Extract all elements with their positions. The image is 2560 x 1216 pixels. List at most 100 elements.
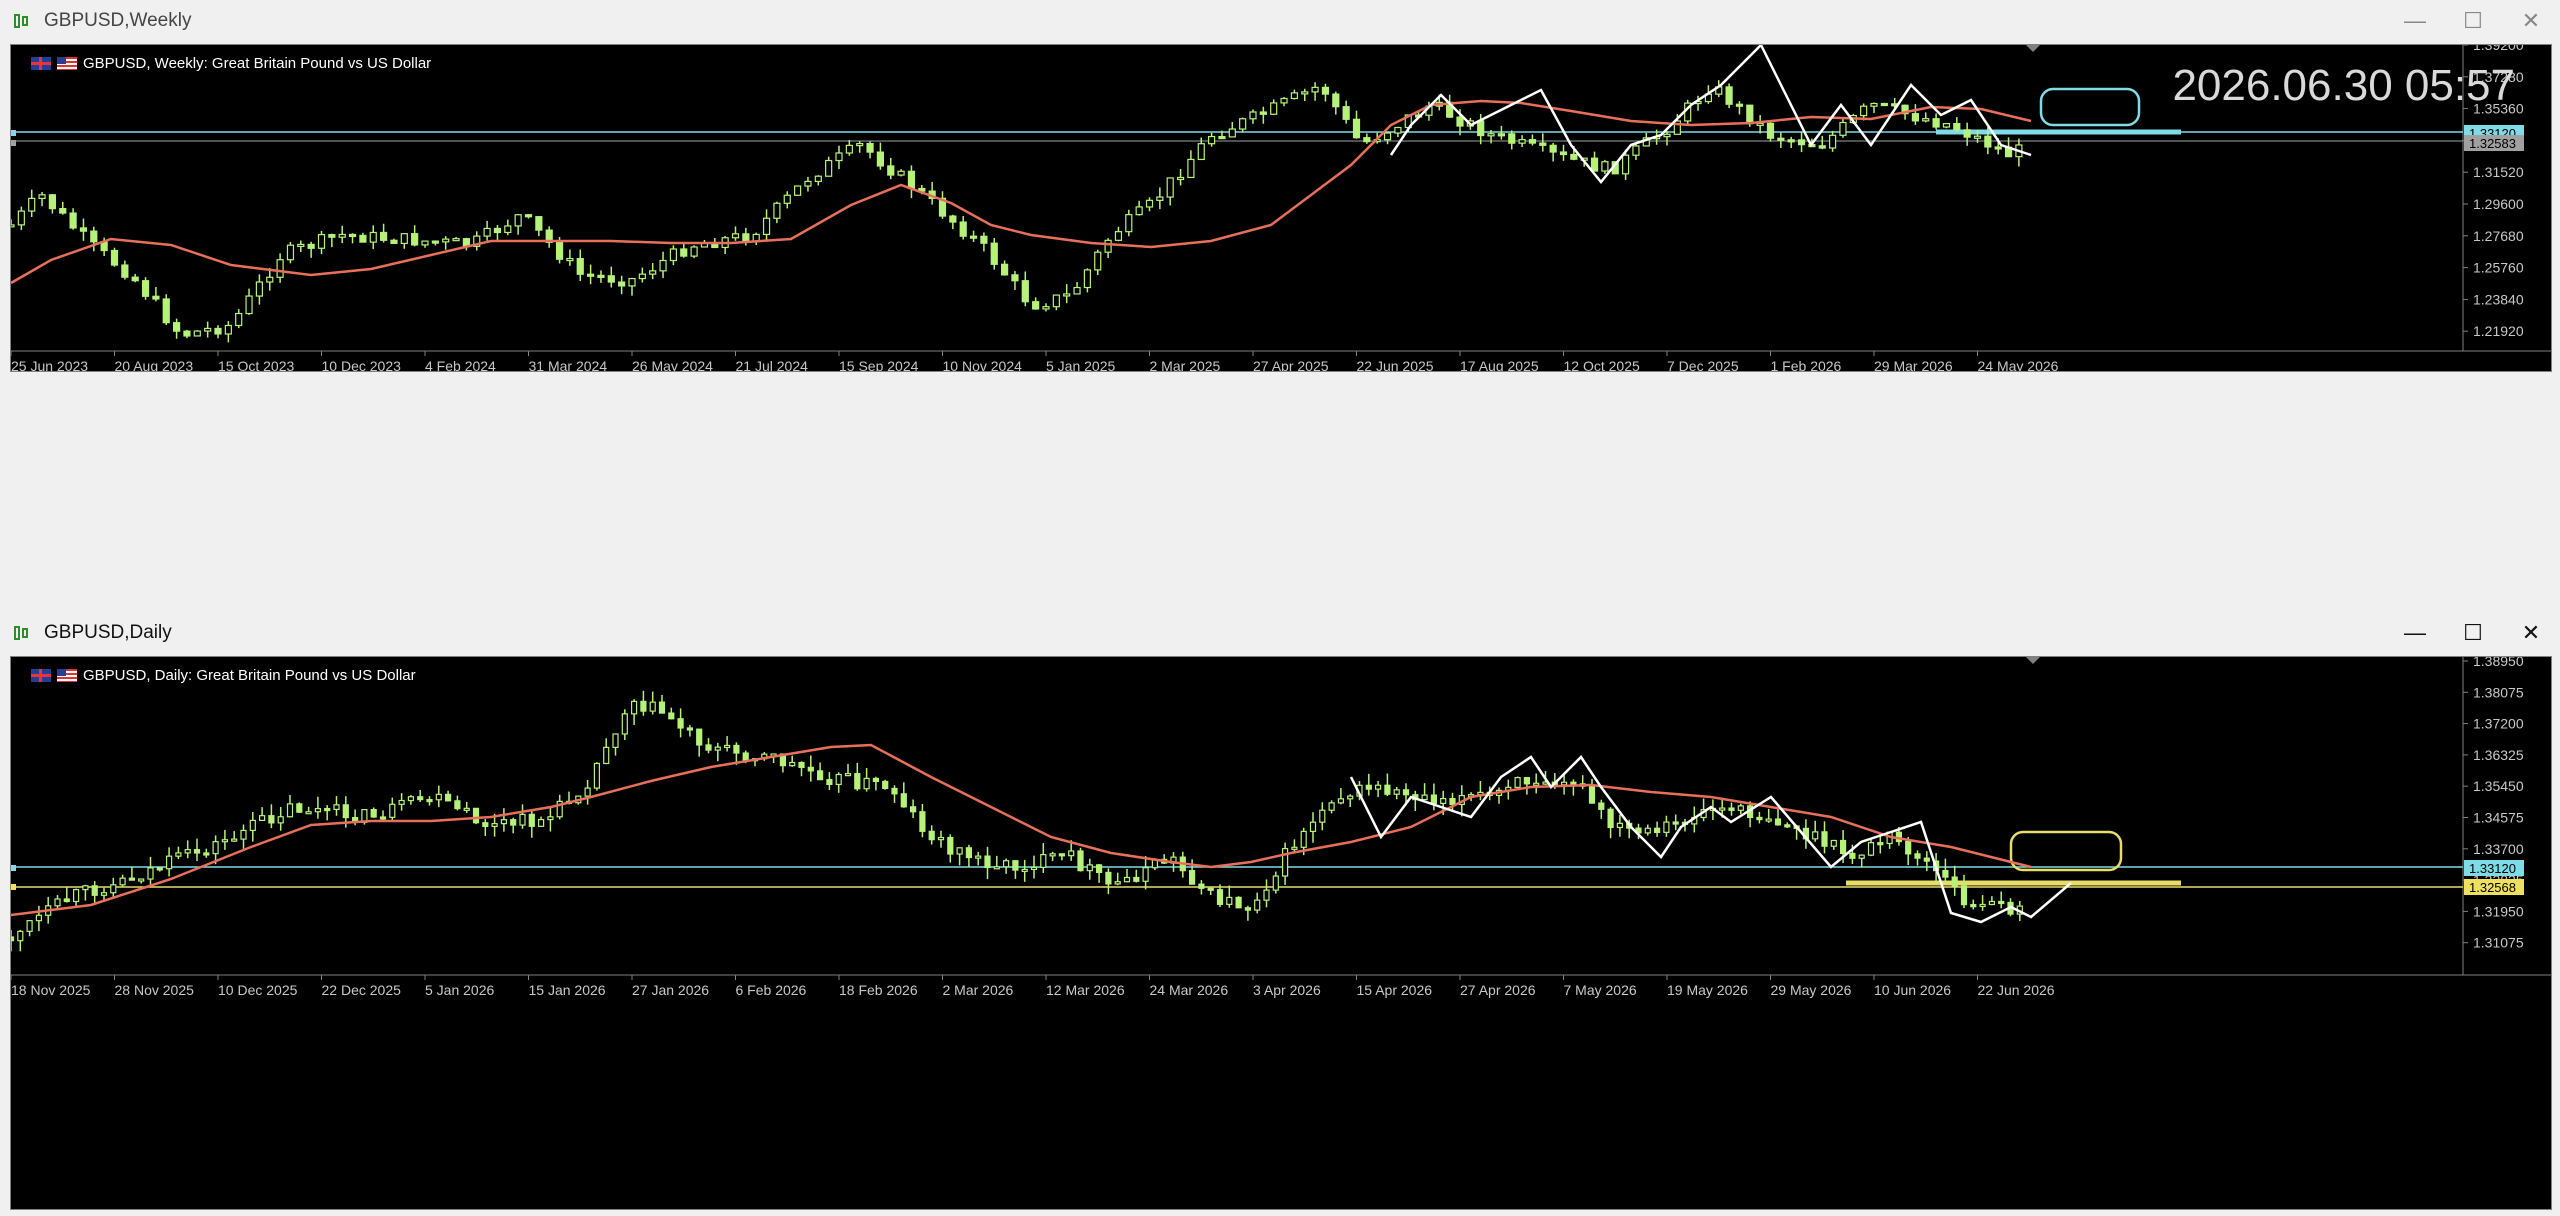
candle-body <box>156 867 163 871</box>
server-clock: 2026.06.30 05:57 <box>2172 61 2515 110</box>
candle-body <box>1963 129 1971 138</box>
candle-body <box>1570 781 1577 785</box>
candle-body <box>426 798 433 803</box>
candle-body <box>618 281 626 287</box>
candle-body <box>1449 797 1456 806</box>
candle-body <box>928 830 935 841</box>
candle-body <box>1828 134 1837 149</box>
candle-body <box>630 700 638 715</box>
maximize-button[interactable]: ☐ <box>2444 0 2502 42</box>
minimize-button[interactable]: — <box>2386 0 2444 42</box>
time-axis-label: 4 Feb 2024 <box>425 358 496 371</box>
time-axis-label: 21 Jul 2024 <box>736 358 809 371</box>
candle-body <box>54 898 61 907</box>
candle-body <box>1383 132 1392 141</box>
weekly-window-titlebar[interactable]: GBPUSD,Weekly — ☐ ✕ <box>0 0 2560 42</box>
candle-body <box>348 233 357 238</box>
candle-body <box>1953 123 1961 131</box>
candle-body <box>1570 153 1578 160</box>
candle-body <box>872 777 880 783</box>
minimize-button[interactable]: — <box>2386 612 2444 654</box>
candle-body <box>1244 907 1252 911</box>
candle-body <box>1644 827 1651 834</box>
daily-window-titlebar[interactable]: GBPUSD,Daily — ☐ ✕ <box>0 612 2560 654</box>
candle-body <box>235 312 243 327</box>
candle-body <box>686 727 694 731</box>
candle-body <box>1187 158 1195 179</box>
candle-body <box>324 807 331 812</box>
candle-body <box>1290 92 1299 100</box>
candle-body <box>17 210 25 226</box>
weekly-price-chart[interactable]: 1.392001.372801.353601.334401.315201.296… <box>11 45 2551 371</box>
price-tag-label: 1.32568 <box>2469 880 2516 895</box>
candle-body <box>1321 86 1330 95</box>
candle-body <box>980 235 988 244</box>
weekly-symbol-description: GBPUSD, Weekly: Great Britain Pound vs U… <box>83 55 432 72</box>
close-button[interactable]: ✕ <box>2502 612 2560 654</box>
candle-body <box>59 208 67 214</box>
candle-body <box>696 728 703 746</box>
candle-body <box>1539 142 1547 146</box>
chart-shift-marker <box>2026 45 2040 52</box>
candle-body <box>535 216 543 231</box>
candle-body <box>1030 866 1038 871</box>
candle-body <box>175 852 182 857</box>
candle-body <box>1000 263 1009 276</box>
candle-body <box>110 884 117 894</box>
candle-body <box>1960 885 1968 906</box>
candle-body <box>1923 857 1930 862</box>
candle-body <box>1830 839 1837 847</box>
candle-body <box>519 813 526 826</box>
candle-body <box>789 761 796 767</box>
candle-body <box>1858 854 1865 859</box>
price-axis-label: 1.38950 <box>2473 657 2524 669</box>
candle-body <box>268 815 275 824</box>
maximize-button[interactable]: ☐ <box>2444 612 2502 654</box>
candle-body <box>1719 807 1726 811</box>
price-axis-label: 1.31950 <box>2473 903 2524 919</box>
candle-body <box>421 240 429 246</box>
close-button[interactable]: ✕ <box>2502 0 2560 42</box>
candle-body <box>28 197 36 212</box>
daily-chart-header: GBPUSD, Daily: Great Britain Pound vs US… <box>31 667 416 684</box>
candle-body <box>1839 121 1847 136</box>
candle-body <box>417 796 424 801</box>
candle-body <box>863 777 870 790</box>
candle-body <box>286 244 295 261</box>
candle-body <box>990 242 998 265</box>
candle-body <box>965 847 973 859</box>
candle-body <box>342 804 349 819</box>
candle-body <box>1012 860 1019 871</box>
candle-body <box>1226 896 1233 905</box>
candle-body <box>1058 853 1066 857</box>
us-flag-icon <box>57 669 77 682</box>
weekly-chart-canvas[interactable]: GBPUSD, Weekly: Great Britain Pound vs U… <box>10 44 2552 372</box>
candle-body <box>900 793 907 808</box>
weekly-chart-window[interactable]: GBPUSD,Weekly — ☐ ✕ GBPUSD, Weekly: Grea… <box>0 0 2560 374</box>
candle-body <box>1812 831 1819 840</box>
candle-body <box>1156 196 1164 201</box>
daily-price-chart[interactable]: 1.38950 1.38075 1.37200 1.36325 1.35450 1.345… <box>11 657 2551 1209</box>
candle-body <box>491 823 498 827</box>
candle-body <box>1497 133 1506 137</box>
time-axis-label: 24 Mar 2026 <box>1150 982 1229 998</box>
candle-body <box>603 746 610 765</box>
candle-body <box>35 914 42 922</box>
candle-body <box>1979 903 1986 908</box>
candle-body <box>1332 93 1340 108</box>
candle-body <box>1588 785 1596 804</box>
candle-body <box>1363 137 1371 143</box>
daily-chart-canvas[interactable]: GBPUSD, Daily: Great Britain Pound vs US… <box>10 656 2552 1210</box>
candle-body <box>814 175 822 183</box>
candle-body <box>1774 818 1782 826</box>
candle-body <box>1040 854 1047 868</box>
yellow-target-box <box>2009 830 2123 872</box>
candle-body <box>333 804 340 810</box>
candle-body <box>1393 789 1400 795</box>
daily-chart-window[interactable]: GBPUSD,Daily — ☐ ✕ GBPUSD, Daily: Great … <box>0 612 2560 1216</box>
candle-body <box>193 330 201 337</box>
candle-body <box>856 143 864 147</box>
candle-body <box>11 224 15 228</box>
time-axis-label: 2 Mar 2026 <box>943 982 1014 998</box>
candle-body <box>593 762 601 789</box>
